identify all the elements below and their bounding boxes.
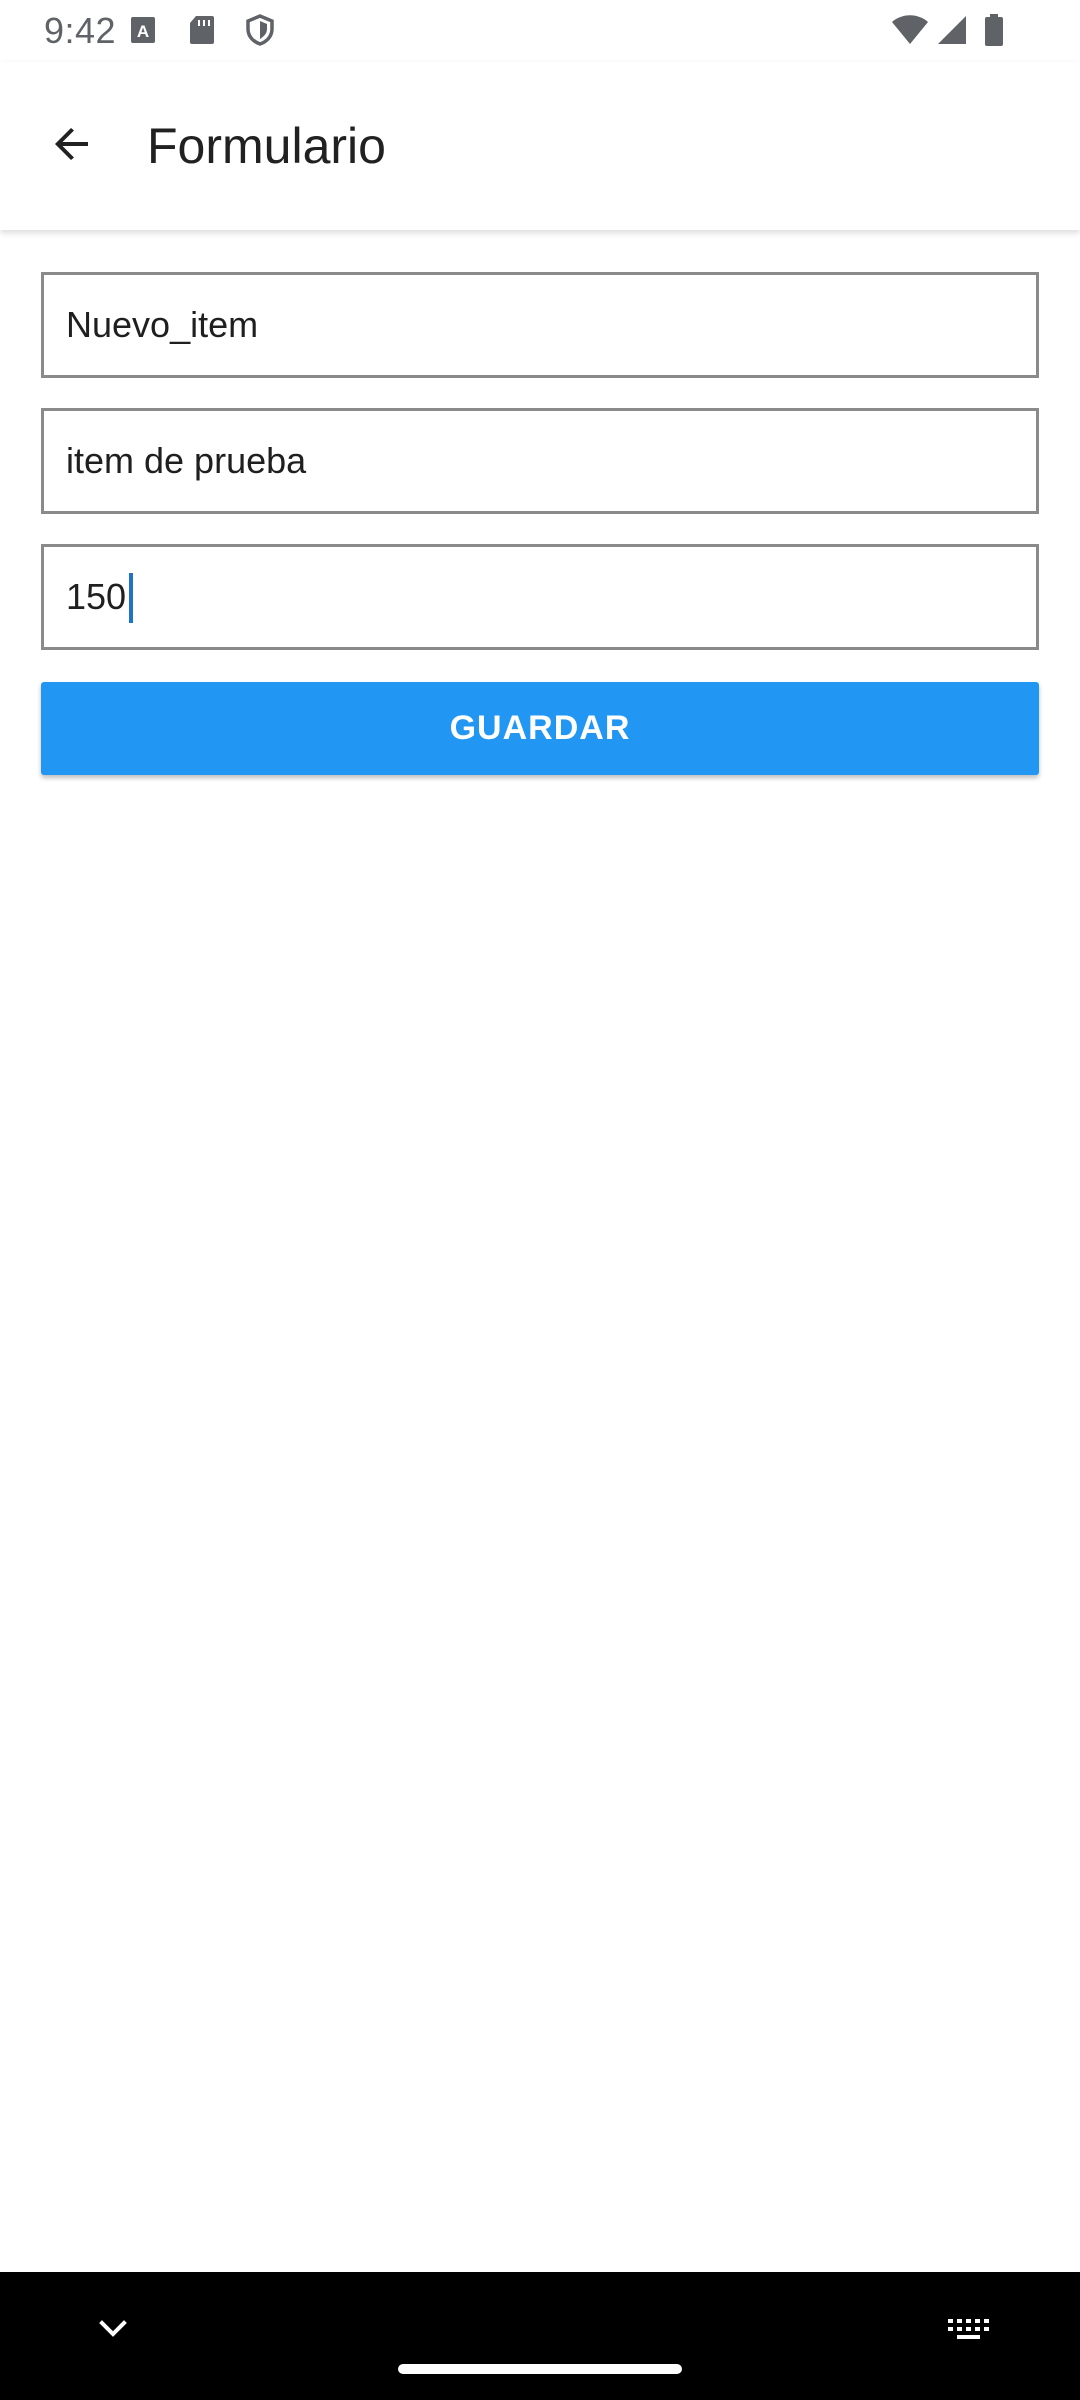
wifi-icon [890,12,930,48]
description-input[interactable] [44,411,1036,511]
status-time: 9:42 [44,10,117,51]
keyboard-hide-button[interactable] [84,2302,142,2360]
save-button[interactable]: GUARDAR [41,682,1039,775]
status-bar: 9:42 A [0,0,1080,62]
text-a-icon: A [126,12,162,48]
home-handle[interactable] [398,2364,682,2374]
item-form: GUARDAR [41,272,1039,775]
battery-icon [980,12,1008,48]
keyboard-icon [944,2313,992,2350]
price-field[interactable] [41,544,1039,650]
signal-icon [934,12,970,48]
price-input[interactable] [44,547,1036,647]
svg-text:A: A [137,22,149,41]
page-title: Formulario [147,118,386,174]
navigation-bar [0,2272,1080,2400]
name-field[interactable] [41,272,1039,378]
arrow-back-icon [48,120,96,173]
shield-icon [242,12,278,48]
back-button[interactable] [30,104,114,188]
description-field[interactable] [41,408,1039,514]
text-caret [129,573,133,623]
chevron-down-icon [96,2312,130,2351]
app-bar: Formulario [0,62,1080,230]
sd-card-icon [184,12,220,48]
name-input[interactable] [44,275,1036,375]
keyboard-switch-button[interactable] [936,2302,1000,2360]
